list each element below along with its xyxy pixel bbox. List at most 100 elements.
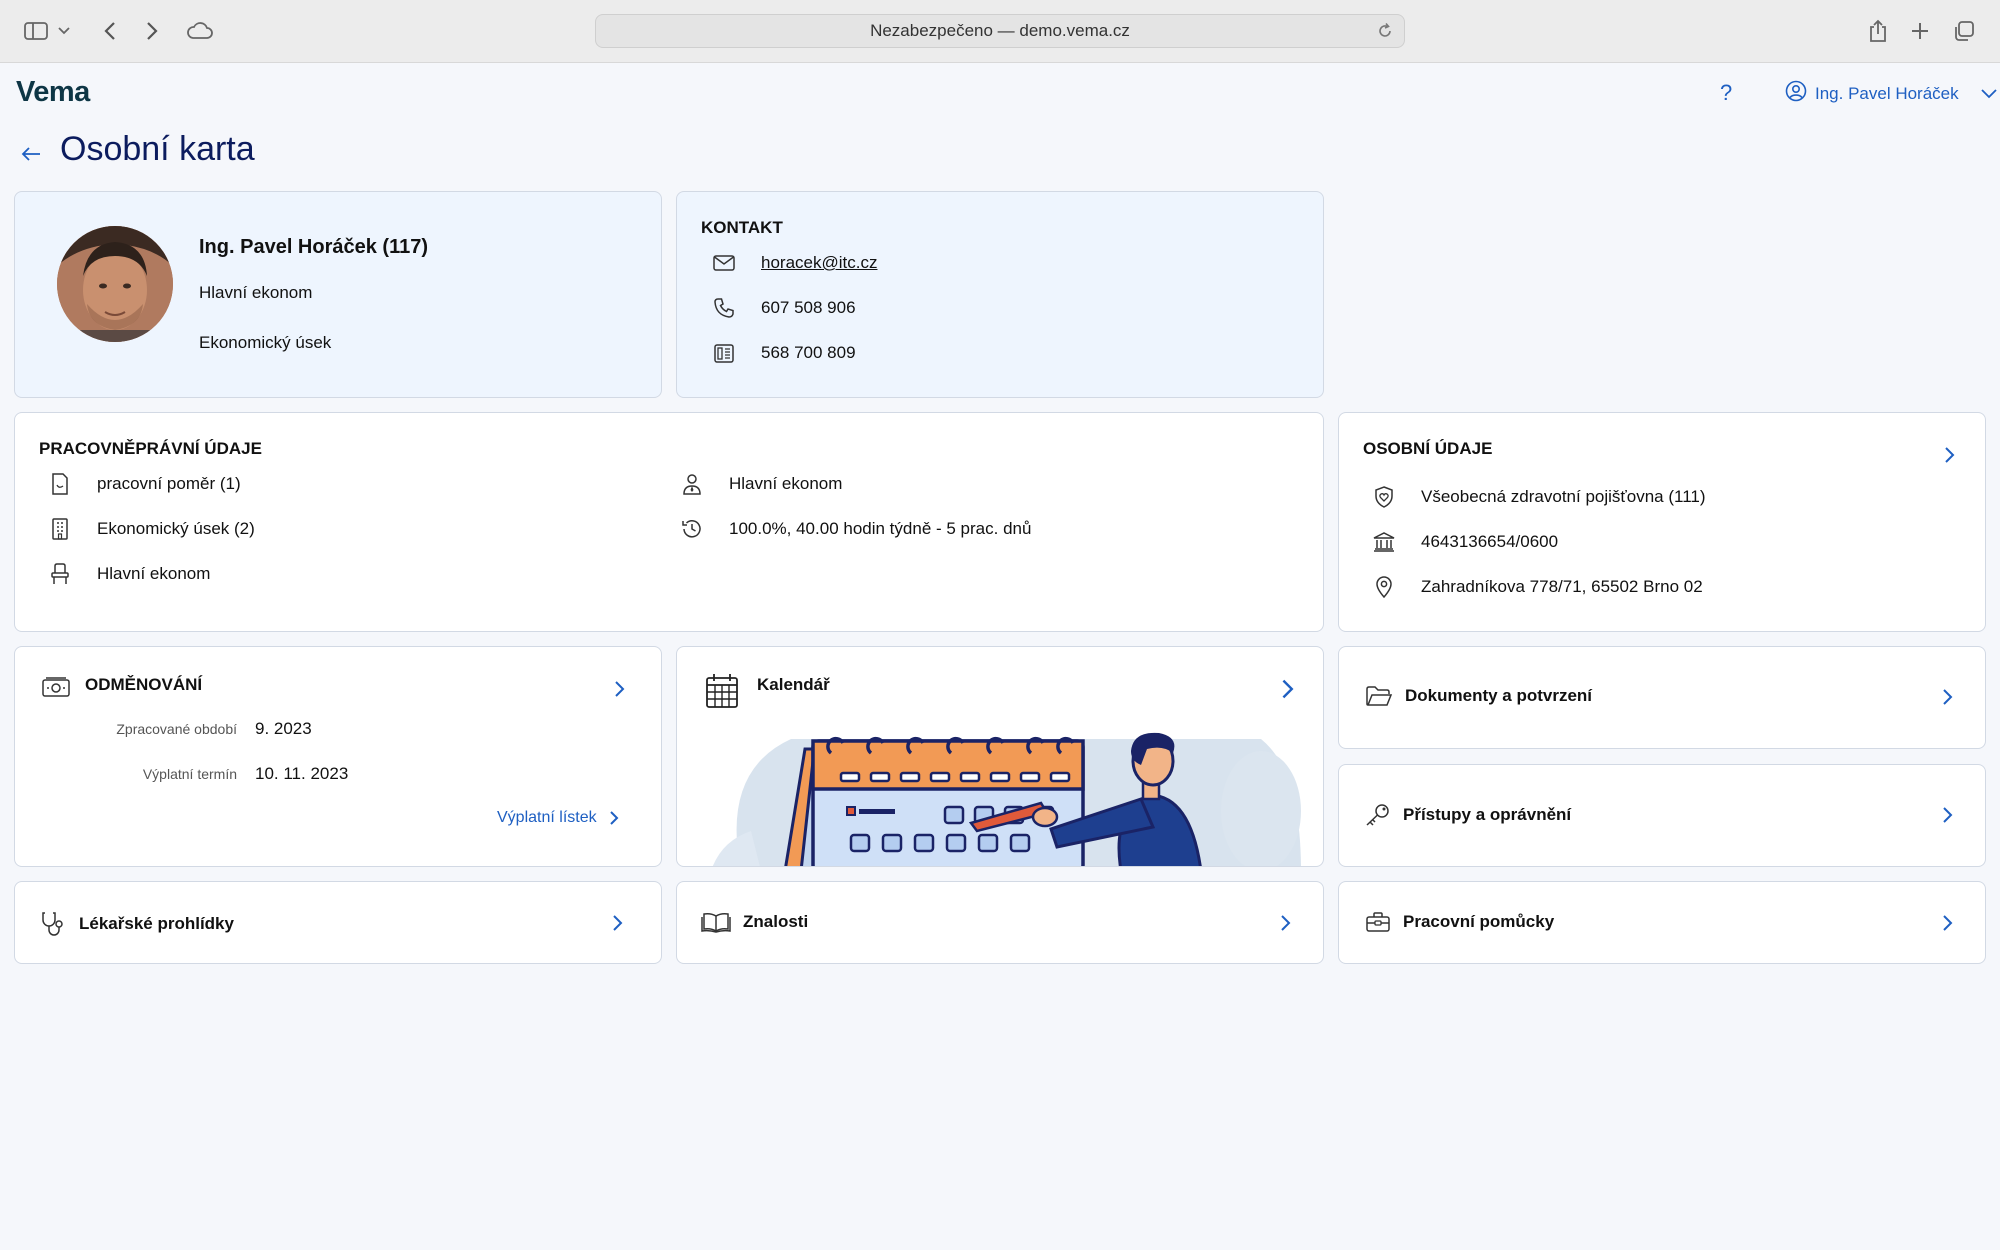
chevron-down-icon: [1981, 84, 1997, 104]
payslip-link[interactable]: Výplatní lístek: [497, 809, 621, 827]
fax-icon: [711, 340, 737, 366]
tools-tile[interactable]: Pracovní pomůcky: [1338, 881, 1986, 964]
history-icon: [679, 516, 705, 542]
personal-bank-row: 4643136654/0600: [1371, 529, 1558, 555]
chevron-right-icon[interactable]: [607, 913, 627, 933]
payslip-link-label: Výplatní lístek: [497, 809, 597, 826]
calendar-title: Kalendář: [757, 675, 830, 694]
document-icon: [47, 471, 73, 497]
browser-toolbar: Nezabezpečeno — demo.vema.cz: [0, 0, 2000, 63]
knowledge-tile[interactable]: Znalosti: [676, 881, 1324, 964]
chevron-right-icon[interactable]: [1937, 805, 1957, 825]
user-icon: [1785, 80, 1807, 107]
access-title: Přístupy a oprávnění: [1365, 803, 1571, 827]
chevron-right-icon[interactable]: [1939, 445, 1959, 465]
personal-insurance-row: Všeobecná zdravotní pojišťovna (111): [1371, 484, 1706, 510]
address-text: Nezabezpečeno — demo.vema.cz: [870, 21, 1130, 40]
fax-value: 568 700 809: [761, 343, 856, 362]
avatar: [57, 226, 173, 342]
documents-title: Dokumenty a potvrzení: [1365, 685, 1592, 707]
knowledge-title: Znalosti: [701, 911, 808, 933]
new-tab-icon[interactable]: [1906, 17, 1934, 45]
chevron-right-icon[interactable]: [1275, 913, 1295, 933]
chevron-right-icon[interactable]: [1937, 913, 1957, 933]
help-icon[interactable]: ?: [1720, 80, 1732, 106]
insurance-value: Všeobecná zdravotní pojišťovna (111): [1421, 487, 1706, 506]
bank-value: 4643136654/0600: [1421, 532, 1559, 551]
page-title: Osobní karta: [60, 130, 255, 168]
contact-title: KONTAKT: [701, 218, 783, 237]
personal-card[interactable]: OSOBNÍ ÚDAJE Všeobecná zdravotní pojišťo…: [1338, 412, 1986, 632]
reload-icon[interactable]: [1376, 22, 1394, 45]
envelope-icon: [711, 250, 737, 276]
book-open-icon: [701, 911, 731, 933]
employment-workload-row: 100.0%, 40.00 hodin týdně - 5 prac. dnů: [679, 516, 1031, 542]
contact-email-row: horacek@itc.cz: [711, 250, 877, 276]
bank-icon: [1371, 529, 1397, 555]
toolbox-icon: [1365, 911, 1391, 933]
building-icon: [47, 516, 73, 542]
chair-icon: [47, 561, 73, 587]
employment-unit-row: Ekonomický úsek (2): [47, 516, 255, 542]
payday-label: Výplatní termín: [142, 766, 237, 782]
contact-fax-row: 568 700 809: [711, 340, 856, 366]
stethoscope-icon: [41, 911, 67, 937]
calendar-icon: [705, 673, 739, 714]
chevron-right-icon[interactable]: [609, 679, 629, 699]
pay-title: ODMĚNOVÁNÍ: [85, 675, 203, 694]
contact-phone-row: 607 508 906: [711, 295, 856, 321]
medical-tile[interactable]: Lékařské prohlídky: [14, 881, 662, 964]
vema-logo[interactable]: Vema: [16, 76, 90, 109]
profile-card: Ing. Pavel Horáček (117) Hlavní ekonom E…: [14, 191, 662, 398]
employment-title: PRACOVNĚPRÁVNÍ ÚDAJE: [39, 439, 262, 458]
address-bar[interactable]: Nezabezpečeno — demo.vema.cz: [595, 14, 1405, 48]
email-link[interactable]: horacek@itc.cz: [761, 253, 877, 273]
period-label: Zpracované období: [116, 721, 237, 737]
person-tie-icon: [679, 471, 705, 497]
medical-title: Lékařské prohlídky: [41, 911, 234, 937]
role-value: Hlavní ekonom: [729, 474, 843, 493]
workload-value: 100.0%, 40.00 hodin týdně - 5 prac. dnů: [729, 519, 1032, 538]
back-nav-icon[interactable]: [96, 17, 124, 45]
employment-workplace-row: Hlavní ekonom: [47, 561, 210, 587]
personal-title: OSOBNÍ ÚDAJE: [1363, 439, 1493, 458]
unit-value: Ekonomický úsek (2): [97, 519, 255, 538]
phone-icon: [711, 295, 737, 321]
documents-tile[interactable]: Dokumenty a potvrzení: [1338, 646, 1986, 749]
cloud-icon[interactable]: [184, 17, 216, 45]
contract-value: pracovní poměr (1): [97, 474, 241, 493]
tabs-overview-icon[interactable]: [1950, 17, 1978, 45]
personal-address-row: Zahradníkova 778/71, 65502 Brno 02: [1371, 574, 1703, 600]
key-icon: [1365, 803, 1391, 827]
user-name: Ing. Pavel Horáček: [1815, 83, 1959, 103]
tools-title: Pracovní pomůcky: [1365, 911, 1554, 933]
user-menu[interactable]: Ing. Pavel Horáček: [1785, 80, 1997, 107]
person-name: Ing. Pavel Horáček (117): [199, 236, 429, 258]
person-position: Hlavní ekonom: [199, 283, 313, 302]
chevron-right-icon[interactable]: [1275, 677, 1299, 701]
address-value: Zahradníkova 778/71, 65502 Brno 02: [1421, 577, 1703, 596]
employment-role-row: Hlavní ekonom: [679, 471, 842, 497]
sidebar-toggle-icon[interactable]: [22, 17, 50, 45]
shield-heart-icon: [1371, 484, 1397, 510]
period-value: 9. 2023: [255, 719, 312, 738]
share-icon[interactable]: [1864, 17, 1892, 45]
back-arrow-icon[interactable]: [20, 143, 42, 170]
chevron-down-icon[interactable]: [56, 17, 72, 45]
banknote-icon: [41, 675, 71, 704]
chevron-right-icon: [609, 811, 619, 825]
person-department: Ekonomický úsek: [199, 333, 332, 352]
forward-nav-icon[interactable]: [138, 17, 166, 45]
employment-card: PRACOVNĚPRÁVNÍ ÚDAJE pracovní poměr (1) …: [14, 412, 1324, 632]
calendar-illustration: [712, 732, 1301, 866]
workplace-value: Hlavní ekonom: [97, 564, 211, 583]
folder-open-icon: [1365, 685, 1393, 707]
employment-contract-row: pracovní poměr (1): [47, 471, 241, 497]
access-tile[interactable]: Přístupy a oprávnění: [1338, 764, 1986, 867]
pay-card[interactable]: ODMĚNOVÁNÍ Zpracované období 9. 2023 Výp…: [14, 646, 662, 867]
calendar-card[interactable]: Kalendář: [676, 646, 1324, 867]
chevron-right-icon[interactable]: [1937, 687, 1957, 707]
payday-value: 10. 11. 2023: [255, 764, 349, 783]
contact-card: KONTAKT horacek@itc.cz 607 508 906 568 7…: [676, 191, 1324, 398]
phone-value: 607 508 906: [761, 298, 856, 317]
